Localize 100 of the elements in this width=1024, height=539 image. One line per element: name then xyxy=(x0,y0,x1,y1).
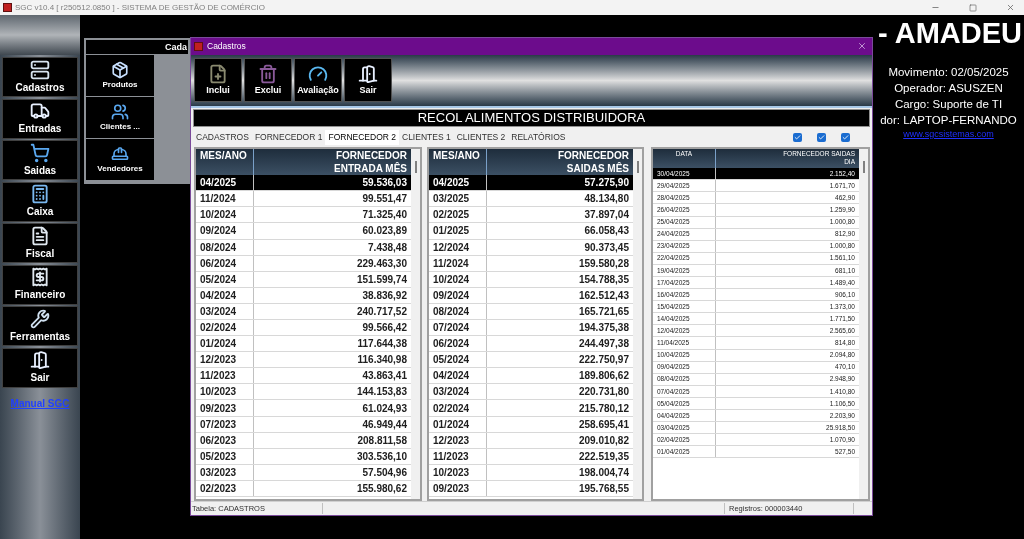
app-logo-icon xyxy=(194,41,203,51)
sidebar-button[interactable]: Cadastros xyxy=(2,57,78,97)
sidebar-button[interactable]: Fiscal xyxy=(2,223,78,263)
table-row[interactable]: 11/2023 43.863,41 xyxy=(196,368,411,385)
table-cell-text: 151.599,74 xyxy=(355,272,408,287)
tab[interactable]: FORNECEDOR 2 xyxy=(325,130,399,146)
worker-icon xyxy=(111,144,129,163)
info-text: Operador: ASUSZEN xyxy=(894,81,1003,96)
scrollbar[interactable] xyxy=(411,149,420,500)
receipt-icon xyxy=(30,267,50,287)
gauge-icon xyxy=(308,63,328,84)
table-row[interactable]: 07/2024 194.375,38 xyxy=(429,320,633,337)
table-row[interactable]: 04/2025 57.275,90 xyxy=(429,175,633,192)
table-cell: 09/2023 xyxy=(196,400,254,416)
table-row[interactable]: 04/2025 59.536,03 xyxy=(196,175,411,192)
tab[interactable]: FORNECEDOR 1 xyxy=(251,130,326,146)
table-row[interactable]: 11/2024 99.551,47 xyxy=(196,191,411,208)
table-cell: 02/2024 xyxy=(429,400,487,416)
table-row[interactable]: 10/2023 144.153,83 xyxy=(196,384,411,401)
close-icon[interactable] xyxy=(857,41,867,52)
close-icon[interactable] xyxy=(1006,3,1015,12)
table-cell-text: 303.536,10 xyxy=(355,449,408,464)
checkbox[interactable] xyxy=(817,133,826,143)
sidebar-button[interactable]: Sair xyxy=(2,347,78,388)
scrollbar[interactable] xyxy=(859,149,868,500)
table-cell: 12/2024 xyxy=(429,239,487,255)
info-text: Movimento: 02/05/2025 xyxy=(888,65,1009,80)
table-cell-text: 165.721,65 xyxy=(577,304,630,319)
table-cell-text: 195.768,55 xyxy=(577,482,630,496)
checkbox[interactable] xyxy=(793,133,802,143)
panel-title: Cada xyxy=(86,40,188,54)
table-cell: 03/2023 xyxy=(196,464,254,480)
table-cell-text: 194.375,38 xyxy=(577,321,630,336)
info-text: dor: LAPTOP-FERNANDO xyxy=(880,113,1017,128)
table-cell: 10/2024 xyxy=(196,207,254,223)
tab[interactable]: RELATÓRIOS xyxy=(508,130,569,146)
sidebar-button[interactable]: Caixa xyxy=(2,181,78,222)
table-cell-text: 162.512,43 xyxy=(577,288,630,303)
table-row[interactable]: 09/2024 60.023,89 xyxy=(196,223,411,240)
module-button[interactable]: Vendedores xyxy=(86,139,154,180)
table-cell-text: 46.949,44 xyxy=(361,417,408,432)
maximize-icon[interactable] xyxy=(969,3,977,12)
table-cell: 11/2024 xyxy=(429,255,487,271)
table-cell-text: 159.580,28 xyxy=(577,256,630,271)
document-icon xyxy=(30,225,50,246)
table-row[interactable]: 09/2023 61.024,93 xyxy=(196,400,411,417)
table-cell: 02/2023 xyxy=(196,480,254,497)
table-row[interactable]: 01/2024 117.644,38 xyxy=(196,336,411,353)
cart-icon xyxy=(30,142,50,163)
table-row[interactable]: 03/2024 220.731,80 xyxy=(429,384,633,401)
table-cell-text: 258.695,41 xyxy=(577,417,630,432)
table-cell-text: 208.811,58 xyxy=(356,433,408,448)
sidebar-button[interactable]: Saidas xyxy=(2,140,78,180)
table-cell-text: 60.023,89 xyxy=(361,224,408,239)
table-cell-text: 57.275,90 xyxy=(583,176,630,191)
sidebar-button[interactable]: Entradas xyxy=(2,98,78,139)
users-icon xyxy=(111,102,129,121)
tab[interactable]: CADASTROS xyxy=(193,130,252,146)
table-cell-text: 189.806,62 xyxy=(577,369,630,384)
table-row[interactable]: 02/2024 99.566,42 xyxy=(196,320,411,337)
table-cell-text: 66.058,43 xyxy=(583,224,630,239)
table-row[interactable]: 12/2023 116.340,98 xyxy=(196,352,411,369)
module-button[interactable]: Clientes ... xyxy=(86,97,154,138)
table-cell: 03/2025 xyxy=(429,191,487,207)
scrollbar[interactable] xyxy=(633,149,642,500)
table-cell-text: 215.780,12 xyxy=(577,401,630,416)
tab[interactable]: CLIENTES 2 xyxy=(453,130,509,146)
toolbar-button[interactable]: Avaliação xyxy=(294,58,342,103)
table-row[interactable]: 02/2025 37.897,04 xyxy=(429,207,633,224)
table-row[interactable]: 01/2025 66.058,43 xyxy=(429,223,633,240)
table-cell: 06/2024 xyxy=(429,336,487,352)
checkbox[interactable] xyxy=(841,133,850,143)
table-cell-text: 99.551,47 xyxy=(361,192,408,207)
toolbar-button[interactable]: Inclui xyxy=(194,58,242,103)
column-header: FORNECEDOR SAIDAS MÊS xyxy=(556,149,630,176)
table-cell-text: 244.497,38 xyxy=(577,337,630,352)
table-cell: 09/2023 xyxy=(429,480,487,497)
company-heading: - AMADEU xyxy=(878,19,1022,48)
toolbar-button[interactable]: Sair xyxy=(344,58,392,103)
table-row[interactable]: 02/2024 215.780,12 xyxy=(429,400,633,417)
sidebar-button[interactable]: Ferramentas xyxy=(2,306,78,346)
register-icon xyxy=(30,184,50,204)
table-cell: 05/2024 xyxy=(196,271,254,287)
table-cell: 06/2024 xyxy=(196,255,254,271)
table-cell-text: 48.134,80 xyxy=(583,192,630,207)
table-row[interactable]: 06/2024 244.497,38 xyxy=(429,336,633,353)
table-row[interactable]: 04/2024 189.806,62 xyxy=(429,368,633,385)
table-cell-text: 198.004,74 xyxy=(577,465,630,480)
table-cell: 10/2023 xyxy=(429,464,487,480)
table-cell-text: 222.750,97 xyxy=(577,353,630,368)
toolbar-button[interactable]: Exclui xyxy=(244,58,292,103)
table-row[interactable]: 10/2024 71.325,40 xyxy=(196,207,411,224)
module-button[interactable]: Produtos xyxy=(86,55,154,96)
tab[interactable]: CLIENTES 1 xyxy=(399,130,454,146)
table-cell: 05/2024 xyxy=(429,352,487,368)
table-row[interactable]: 03/2025 48.134,80 xyxy=(429,191,633,208)
table-cell: 03/2024 xyxy=(429,384,487,400)
table-cell-text: 144.153,83 xyxy=(355,385,408,400)
sidebar-button[interactable]: Financeiro xyxy=(2,264,78,305)
table-row[interactable]: 05/2024 222.750,97 xyxy=(429,352,633,369)
